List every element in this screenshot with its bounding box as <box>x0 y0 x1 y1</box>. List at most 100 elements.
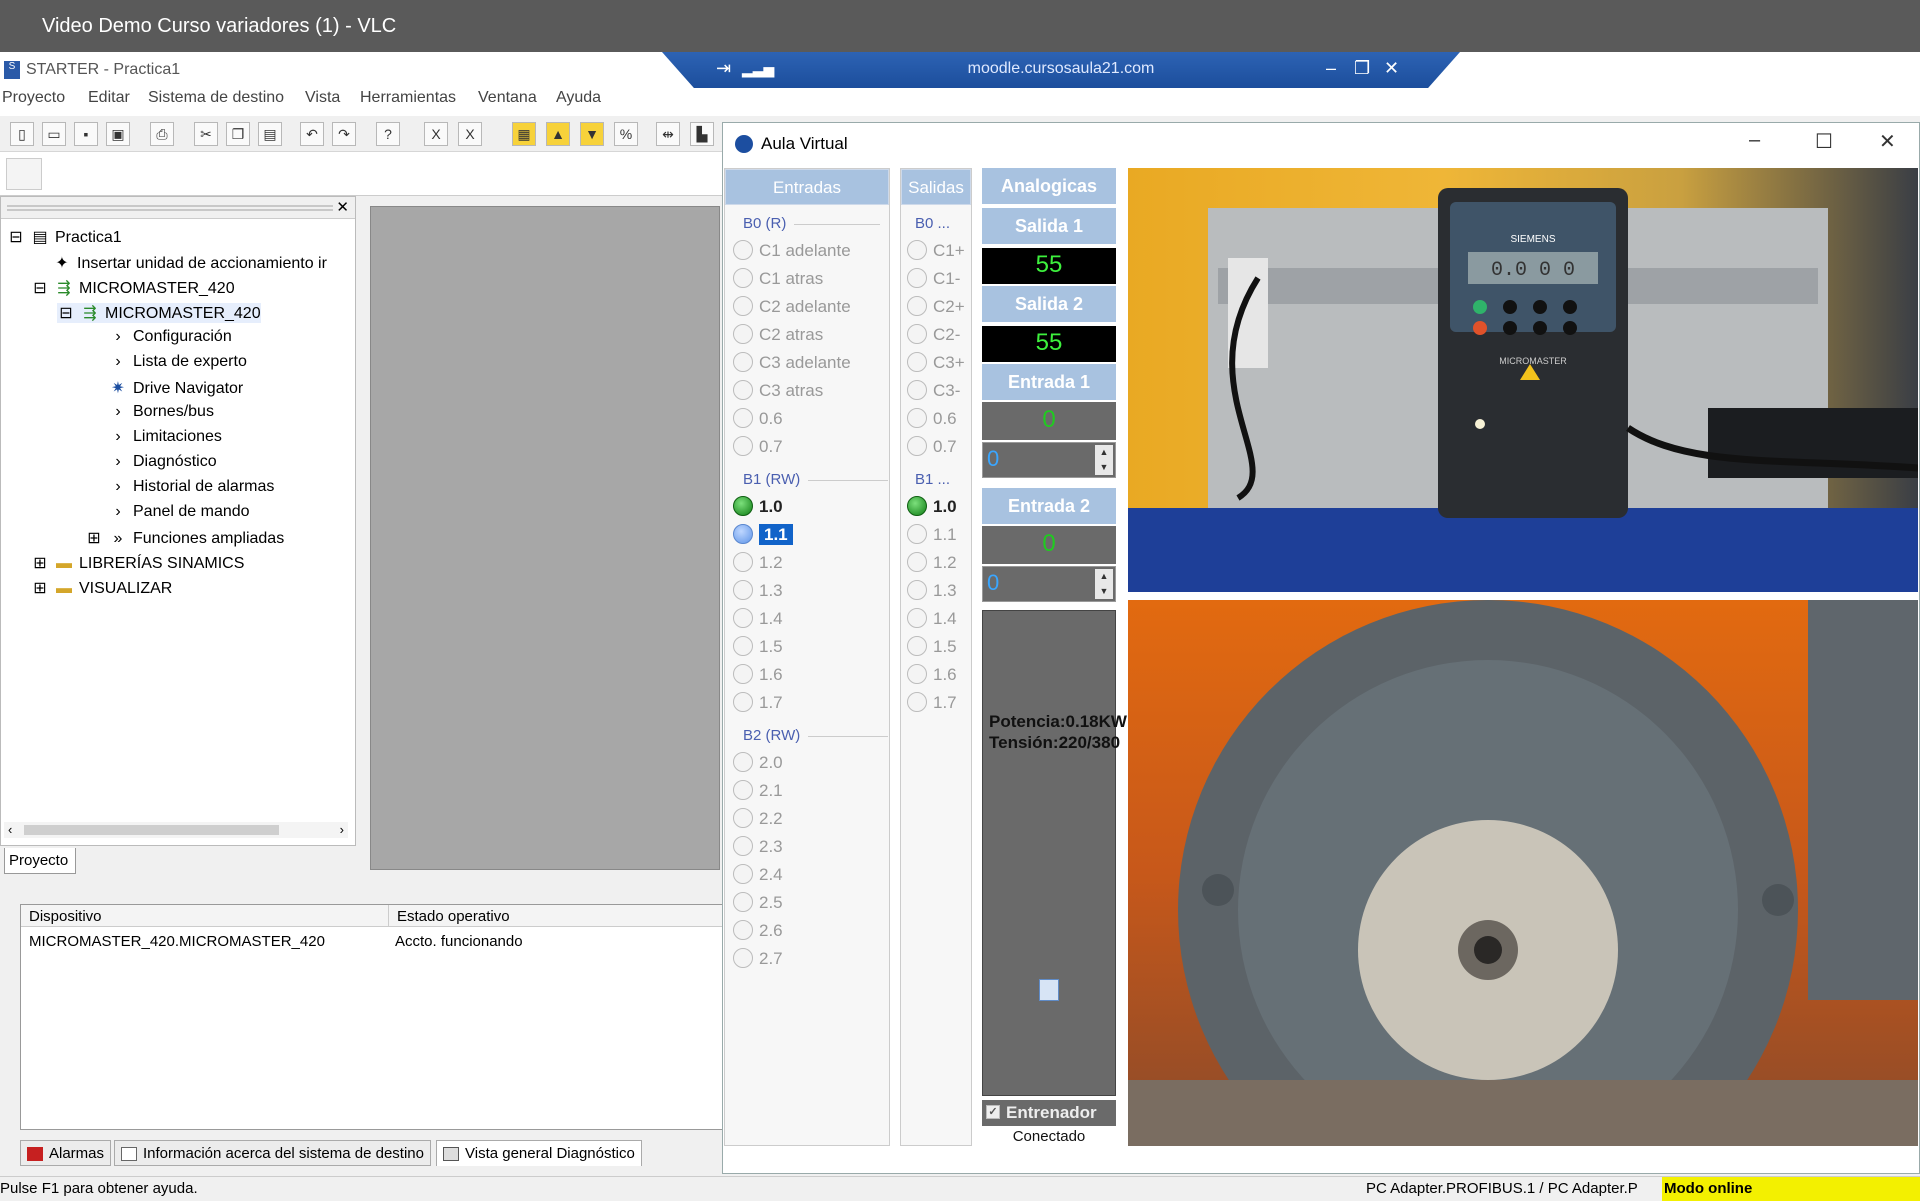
menu-sistema-destino[interactable]: Sistema de destino <box>148 89 284 107</box>
menu-ayuda[interactable]: Ayuda <box>556 89 601 107</box>
input-b0-2[interactable]: C2 adelante <box>733 295 851 318</box>
scroll-thumb[interactable] <box>24 825 279 835</box>
input-b2-5[interactable]: 2.5 <box>733 891 783 914</box>
led-indicator-icon[interactable] <box>907 579 927 600</box>
output-b1-4[interactable]: 1.4 <box>907 607 957 630</box>
led-indicator-icon[interactable] <box>733 295 753 316</box>
tree-drive[interactable]: ⊟ ⇶ MICROMASTER_420 <box>57 303 261 323</box>
spinner-arrows-icon[interactable]: ▲ ▼ <box>1095 569 1113 599</box>
new-file-icon[interactable]: ▯ <box>10 122 34 146</box>
menu-herramientas[interactable]: Herramientas <box>360 89 456 107</box>
expand-icon[interactable]: ⊞ <box>31 553 49 573</box>
led-indicator-icon[interactable] <box>733 523 753 544</box>
led-indicator-icon[interactable] <box>907 523 927 544</box>
input-b2-4[interactable]: 2.4 <box>733 863 783 886</box>
output-b1-1[interactable]: 1.1 <box>907 523 957 546</box>
panel-grip[interactable] <box>7 205 333 211</box>
copy-icon[interactable]: ❐ <box>226 122 250 146</box>
output-b0-2[interactable]: C2+ <box>907 295 965 318</box>
tree-root[interactable]: ⊟ ▤ Practica1 <box>7 227 121 247</box>
led-indicator-icon[interactable] <box>907 239 927 260</box>
tree-item-panel-mando[interactable]: › Panel de mando <box>109 503 249 521</box>
close-icon[interactable]: ✕ <box>1879 129 1896 154</box>
input-b1-1[interactable]: 1.1 <box>733 523 793 546</box>
input-b2-0[interactable]: 2.0 <box>733 751 783 774</box>
led-indicator-icon[interactable] <box>733 551 753 572</box>
led-indicator-icon[interactable] <box>907 495 927 516</box>
input-b0-6[interactable]: 0.6 <box>733 407 783 430</box>
input-b2-7[interactable]: 2.7 <box>733 947 783 970</box>
led-indicator-icon[interactable] <box>733 379 753 400</box>
output-b0-1[interactable]: C1- <box>907 267 960 290</box>
output-b1-3[interactable]: 1.3 <box>907 579 957 602</box>
undo-icon[interactable]: ↶ <box>300 122 324 146</box>
led-indicator-icon[interactable] <box>733 607 753 628</box>
input-b1-0[interactable]: 1.0 <box>733 495 783 518</box>
save-icon[interactable]: ▪ <box>74 122 98 146</box>
tab-proyecto[interactable]: Proyecto <box>4 848 76 874</box>
col-dispositivo[interactable]: Dispositivo <box>21 905 389 927</box>
tree-item-diagnostico[interactable]: › Diagnóstico <box>109 453 216 471</box>
tree-libs[interactable]: ⊞ ▬ LIBRERÍAS SINAMICS <box>31 553 244 573</box>
tree-item-lista-experto[interactable]: › Lista de experto <box>109 353 247 371</box>
toolbar-slot[interactable] <box>6 158 42 190</box>
led-indicator-icon[interactable] <box>907 435 927 456</box>
led-indicator-icon[interactable] <box>733 947 753 968</box>
collapse-icon[interactable]: ⊟ <box>31 278 49 298</box>
compare-icon[interactable]: % <box>614 122 638 146</box>
collapse-icon[interactable]: ⊟ <box>7 227 25 247</box>
tree-item-bornes[interactable]: › Bornes/bus <box>109 403 214 421</box>
led-indicator-icon[interactable] <box>733 891 753 912</box>
device-icon[interactable]: ▙ <box>690 122 714 146</box>
input-b0-0[interactable]: C1 adelante <box>733 239 851 262</box>
input-b0-3[interactable]: C2 atras <box>733 323 823 346</box>
input-b0-4[interactable]: C3 adelante <box>733 351 851 374</box>
scroll-left-icon[interactable]: ‹ <box>8 822 12 837</box>
tree-device[interactable]: ⊟ ⇶ MICROMASTER_420 <box>31 278 234 298</box>
output-b0-3[interactable]: C2- <box>907 323 960 346</box>
load-to-device-icon[interactable]: ▼ <box>580 122 604 146</box>
cell-device[interactable]: MICROMASTER_420.MICROMASTER_420 <box>29 933 325 950</box>
led-indicator-icon[interactable] <box>733 835 753 856</box>
led-indicator-icon[interactable] <box>733 495 753 516</box>
led-indicator-icon[interactable] <box>733 323 753 344</box>
split-icon[interactable]: ⇹ <box>656 122 680 146</box>
entrada2-spinner[interactable]: 0 ▲ ▼ <box>982 566 1116 602</box>
led-indicator-icon[interactable] <box>907 607 927 628</box>
minimize-icon[interactable]: – <box>1749 129 1760 152</box>
led-indicator-icon[interactable] <box>733 635 753 656</box>
maximize-icon[interactable]: ☐ <box>1815 129 1833 154</box>
load-to-pg-icon[interactable]: ▲ <box>546 122 570 146</box>
expand-icon[interactable]: ⊞ <box>31 578 49 598</box>
remote-minimize-icon[interactable]: – <box>1326 58 1336 79</box>
led-indicator-icon[interactable] <box>733 691 753 712</box>
collapse-icon[interactable]: ⊟ <box>57 303 75 323</box>
tree-item-funciones[interactable]: ⊞» Funciones ampliadas <box>85 528 284 548</box>
tree-item-limitaciones[interactable]: › Limitaciones <box>109 428 222 446</box>
led-indicator-icon[interactable] <box>733 267 753 288</box>
led-indicator-icon[interactable] <box>733 751 753 772</box>
connect-icon[interactable]: ▦ <box>512 122 536 146</box>
col-estado[interactable]: Estado operativo <box>389 905 729 927</box>
document-icon[interactable] <box>1039 979 1059 1001</box>
x1-icon[interactable]: X <box>424 122 448 146</box>
led-indicator-icon[interactable] <box>907 351 927 372</box>
expand-icon[interactable]: ⊞ <box>85 528 103 548</box>
remote-close-icon[interactable]: ✕ <box>1384 58 1399 79</box>
scroll-right-icon[interactable]: › <box>340 822 344 837</box>
led-indicator-icon[interactable] <box>733 239 753 260</box>
output-b1-2[interactable]: 1.2 <box>907 551 957 574</box>
save-compile-icon[interactable]: ▣ <box>106 122 130 146</box>
input-b2-3[interactable]: 2.3 <box>733 835 783 858</box>
menu-vista[interactable]: Vista <box>305 89 340 107</box>
close-panel-icon[interactable]: ✕ <box>336 198 349 216</box>
tab-alarmas[interactable]: Alarmas <box>20 1140 112 1166</box>
checkbox-icon[interactable]: ✓ <box>986 1104 1000 1119</box>
output-b0-0[interactable]: C1+ <box>907 239 965 262</box>
input-b1-3[interactable]: 1.3 <box>733 579 783 602</box>
output-b0-6[interactable]: 0.6 <box>907 407 957 430</box>
output-b0-5[interactable]: C3- <box>907 379 960 402</box>
led-indicator-icon[interactable] <box>733 579 753 600</box>
cut-icon[interactable]: ✂ <box>194 122 218 146</box>
led-indicator-icon[interactable] <box>907 407 927 428</box>
